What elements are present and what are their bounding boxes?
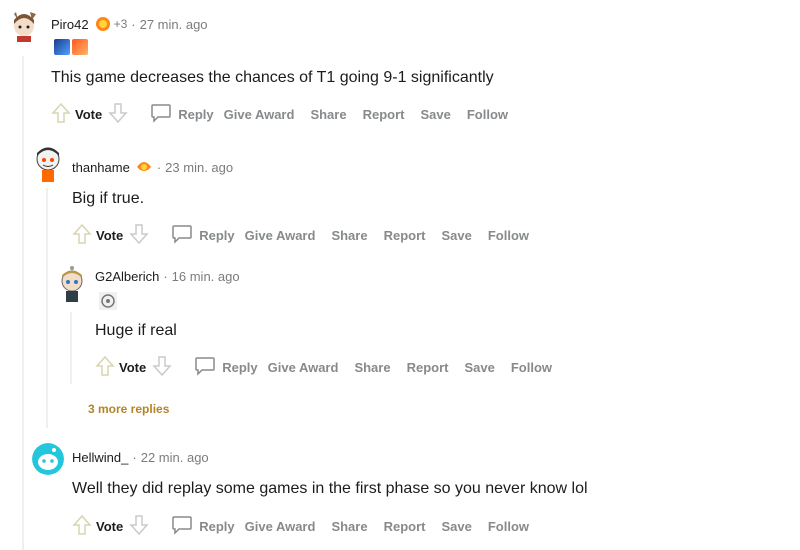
thread-line-1[interactable] xyxy=(22,56,24,550)
avatar[interactable] xyxy=(8,10,40,42)
follow-button[interactable]: Follow xyxy=(511,360,552,375)
reply-label: Reply xyxy=(222,360,258,375)
downvote-arrow-icon[interactable] xyxy=(129,514,149,539)
upvote-arrow-icon[interactable] xyxy=(72,514,92,539)
comment-reply-icon xyxy=(150,103,172,126)
downvote-arrow-icon[interactable] xyxy=(129,223,149,248)
comment-meta: Piro42 +3 · 27 min. ago xyxy=(51,16,208,32)
separator-dot: · xyxy=(132,450,137,465)
downvote-arrow-icon[interactable] xyxy=(108,102,128,127)
reply-label: Reply xyxy=(199,228,235,243)
give-award-button[interactable]: Give Award xyxy=(224,107,295,122)
separator-dot: · xyxy=(156,159,162,175)
comment-thread: Piro42 +3 · 27 min. ago This game decrea… xyxy=(0,0,800,550)
downvote-arrow-icon[interactable] xyxy=(152,355,172,380)
timestamp[interactable]: 22 min. ago xyxy=(141,450,209,465)
username[interactable]: thanhame xyxy=(72,160,130,175)
avatar[interactable] xyxy=(56,264,88,304)
vote-label: Vote xyxy=(75,107,103,122)
timestamp[interactable]: 23 min. ago xyxy=(165,160,233,175)
report-button[interactable]: Report xyxy=(407,360,449,375)
upvote-arrow-icon[interactable] xyxy=(72,223,92,248)
more-replies-link[interactable]: 3 more replies xyxy=(88,402,169,416)
vote-label: Vote xyxy=(96,519,124,534)
reply-button[interactable]: Reply xyxy=(150,103,214,126)
follow-button[interactable]: Follow xyxy=(488,228,529,243)
comment-body: Big if true. xyxy=(72,190,145,207)
award-icon[interactable] xyxy=(95,16,111,32)
avatar[interactable] xyxy=(32,144,64,184)
comment-body: This game decreases the chances of T1 go… xyxy=(51,69,494,86)
timestamp[interactable]: 27 min. ago xyxy=(140,17,208,32)
user-flair xyxy=(99,292,117,310)
report-button[interactable]: Report xyxy=(384,519,426,534)
comment-meta: thanhame · 23 min. ago xyxy=(72,159,233,175)
flair-icon xyxy=(72,39,88,55)
award-icon[interactable] xyxy=(135,159,153,175)
timestamp[interactable]: 16 min. ago xyxy=(172,269,240,284)
upvote-arrow-icon[interactable] xyxy=(95,355,115,380)
reply-label: Reply xyxy=(199,519,235,534)
report-button[interactable]: Report xyxy=(363,107,405,122)
thread-line-2[interactable] xyxy=(46,188,48,428)
comment-actions: Vote Reply Give Award Share Report Save … xyxy=(95,355,552,380)
comment-reply-icon xyxy=(171,515,193,538)
separator-dot: · xyxy=(131,16,136,32)
share-button[interactable]: Share xyxy=(331,228,367,243)
reply-button[interactable]: Reply xyxy=(171,515,235,538)
user-flair xyxy=(54,39,88,55)
share-button[interactable]: Share xyxy=(331,519,367,534)
reply-button[interactable]: Reply xyxy=(194,356,258,379)
reply-button[interactable]: Reply xyxy=(171,224,235,247)
follow-button[interactable]: Follow xyxy=(488,519,529,534)
give-award-button[interactable]: Give Award xyxy=(245,519,316,534)
save-button[interactable]: Save xyxy=(441,519,471,534)
username[interactable]: G2Alberich xyxy=(95,269,159,284)
comment-reply-icon xyxy=(194,356,216,379)
comment-actions: Vote Reply Give Award Share Report Save … xyxy=(51,102,508,127)
comment-body: Well they did replay some games in the f… xyxy=(72,480,588,497)
give-award-button[interactable]: Give Award xyxy=(245,228,316,243)
username[interactable]: Hellwind_ xyxy=(72,450,128,465)
comment-actions: Vote Reply Give Award Share Report Save … xyxy=(72,514,529,539)
comment-actions: Vote Reply Give Award Share Report Save … xyxy=(72,223,529,248)
separator-dot: · xyxy=(163,269,168,284)
give-award-button[interactable]: Give Award xyxy=(268,360,339,375)
save-button[interactable]: Save xyxy=(441,228,471,243)
flair-icon xyxy=(54,39,70,55)
vote-label: Vote xyxy=(119,360,147,375)
share-button[interactable]: Share xyxy=(354,360,390,375)
flair-icon xyxy=(99,292,117,310)
award-count[interactable]: +3 xyxy=(114,17,128,31)
comment-body: Huge if real xyxy=(95,322,177,339)
thread-line-3[interactable] xyxy=(70,312,72,384)
comment-meta: G2Alberich · 16 min. ago xyxy=(95,269,240,284)
reply-label: Reply xyxy=(178,107,214,122)
username[interactable]: Piro42 xyxy=(51,17,89,32)
comment-meta: Hellwind_ · 22 min. ago xyxy=(72,450,209,465)
comment-reply-icon xyxy=(171,224,193,247)
share-button[interactable]: Share xyxy=(310,107,346,122)
follow-button[interactable]: Follow xyxy=(467,107,508,122)
vote-label: Vote xyxy=(96,228,124,243)
upvote-arrow-icon[interactable] xyxy=(51,102,71,127)
report-button[interactable]: Report xyxy=(384,228,426,243)
save-button[interactable]: Save xyxy=(464,360,494,375)
save-button[interactable]: Save xyxy=(420,107,450,122)
avatar[interactable] xyxy=(32,443,64,475)
